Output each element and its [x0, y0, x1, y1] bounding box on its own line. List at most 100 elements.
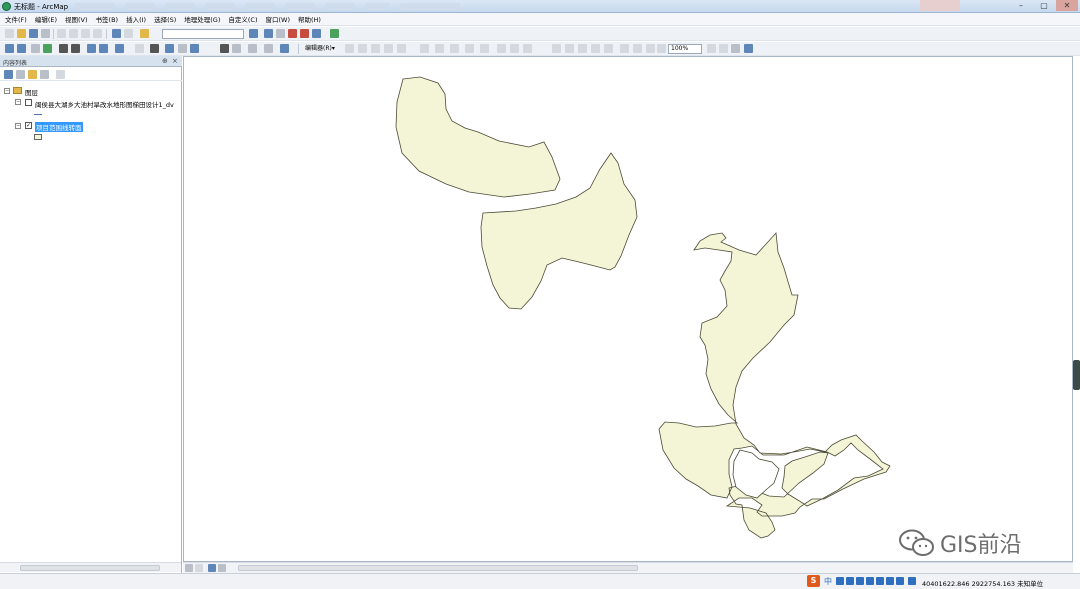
go-back-extent-icon[interactable]	[646, 44, 655, 53]
map-horizontal-scrollbar[interactable]	[183, 562, 1073, 573]
refresh-icon[interactable]	[208, 564, 216, 572]
catalog-icon[interactable]	[276, 29, 285, 38]
open-icon[interactable]	[17, 29, 26, 38]
zoom-out-icon[interactable]	[17, 44, 26, 53]
layout-pan-icon[interactable]	[523, 44, 532, 53]
focus-data-frame-icon[interactable]	[719, 44, 728, 53]
arctoolbox-icon[interactable]	[300, 29, 309, 38]
ime-shirt-icon[interactable]	[896, 577, 904, 585]
menu-geoprocessing[interactable]: 地理处理(G)	[184, 14, 220, 24]
layer2-label[interactable]: 项目范围线转面	[35, 122, 83, 132]
layer2-checkbox[interactable]: ✓	[25, 122, 32, 129]
menu-file[interactable]: 文件(F)	[5, 14, 27, 24]
pan-icon[interactable]	[31, 44, 40, 53]
list-by-source-icon[interactable]	[16, 70, 25, 79]
layout-pan-tool-icon[interactable]	[578, 44, 587, 53]
list-by-visibility-icon[interactable]	[28, 70, 37, 79]
delete-icon[interactable]	[93, 29, 102, 38]
editor-toolbar-icon[interactable]	[249, 29, 258, 38]
select-elements-icon[interactable]	[150, 44, 159, 53]
identify-icon[interactable]	[165, 44, 174, 53]
data-driven-pages-icon[interactable]	[744, 44, 753, 53]
menu-insert[interactable]: 插入(I)	[126, 14, 146, 24]
back-extent-icon[interactable]	[87, 44, 96, 53]
model-builder-icon[interactable]	[330, 29, 339, 38]
ime-punct-icon[interactable]	[846, 577, 854, 585]
ime-settings-icon[interactable]	[908, 577, 916, 585]
new-document-icon[interactable]	[5, 29, 14, 38]
menu-customize[interactable]: 自定义(C)	[228, 14, 257, 24]
data-view-icon[interactable]	[185, 564, 193, 572]
list-by-drawing-order-icon[interactable]	[4, 70, 13, 79]
zoom-100-icon[interactable]	[604, 44, 613, 53]
fixed-layout-zoom-in-icon[interactable]	[620, 44, 629, 53]
layout-page-icon[interactable]	[497, 44, 506, 53]
rotate-tool-icon[interactable]	[435, 44, 444, 53]
measure-icon[interactable]	[264, 44, 273, 53]
map-scale-combo[interactable]	[162, 29, 244, 39]
layout-zoom-in-icon[interactable]	[552, 44, 561, 53]
menu-selection[interactable]: 选择(S)	[154, 14, 176, 24]
pause-drawing-icon[interactable]	[218, 564, 226, 572]
menu-help[interactable]: 帮助(H)	[298, 14, 321, 24]
editor-menu-button[interactable]: 编辑器(R)▾	[303, 44, 337, 54]
layer1-checkbox[interactable]	[25, 99, 32, 106]
ime-voice-icon[interactable]	[856, 577, 864, 585]
print-icon[interactable]	[41, 29, 50, 38]
undo-icon[interactable]	[112, 29, 121, 38]
zoom-in-icon[interactable]	[5, 44, 14, 53]
select-features-icon[interactable]	[115, 44, 124, 53]
search-window-icon[interactable]	[288, 29, 297, 38]
layer1-label[interactable]: 闽侯县大湖乡大池村旱改水地形图梯田设计1_dv	[35, 99, 174, 109]
ime-keyboard-icon[interactable]	[866, 577, 874, 585]
straight-segment-icon[interactable]	[371, 44, 380, 53]
go-forward-extent-icon[interactable]	[657, 44, 666, 53]
toc-root-label[interactable]: 图层	[25, 87, 38, 97]
layout-zoom-combo[interactable]: 100%	[668, 44, 702, 54]
expand-layer2-icon[interactable]: −	[15, 123, 21, 129]
menu-windows[interactable]: 窗口(W)	[266, 14, 291, 24]
full-extent-icon[interactable]	[43, 44, 52, 53]
expand-root-icon[interactable]: −	[4, 88, 10, 94]
cut-icon[interactable]	[57, 29, 66, 38]
split-tool-icon[interactable]	[420, 44, 429, 53]
table-of-contents-icon[interactable]	[264, 29, 273, 38]
create-features-icon[interactable]	[480, 44, 489, 53]
minimize-button[interactable]: –	[1010, 0, 1032, 11]
point-icon[interactable]	[397, 44, 406, 53]
layout-zoom-out-icon[interactable]	[565, 44, 574, 53]
sogou-ime-icon[interactable]: S	[807, 575, 820, 587]
zoom-whole-page-icon[interactable]	[591, 44, 600, 53]
trace-icon[interactable]	[384, 44, 393, 53]
fixed-layout-zoom-out-icon[interactable]	[633, 44, 642, 53]
html-popup-icon[interactable]	[190, 44, 199, 53]
close-button[interactable]: ✕	[1056, 0, 1078, 11]
fixed-zoom-out-icon[interactable]	[71, 44, 80, 53]
sketch-properties-icon[interactable]	[465, 44, 474, 53]
list-by-selection-icon[interactable]	[40, 70, 49, 79]
side-panel-grip[interactable]	[1073, 360, 1080, 390]
change-layout-icon[interactable]	[731, 44, 740, 53]
ime-skin-icon[interactable]	[876, 577, 884, 585]
edit-tool-icon[interactable]	[345, 44, 354, 53]
menu-bookmarks[interactable]: 书签(B)	[96, 14, 119, 24]
toc-horizontal-scrollbar[interactable]	[0, 562, 181, 572]
map-scroll-thumb[interactable]	[238, 565, 638, 571]
map-view[interactable]	[183, 56, 1073, 562]
ime-tools-icon[interactable]	[886, 577, 894, 585]
fixed-zoom-in-icon[interactable]	[59, 44, 68, 53]
arcmap-app-icon[interactable]	[2, 2, 11, 11]
copy-icon[interactable]	[69, 29, 78, 38]
expand-layer1-icon[interactable]: −	[15, 99, 21, 105]
clear-selection-icon[interactable]	[135, 44, 144, 53]
layer1-line-symbol[interactable]	[34, 114, 42, 115]
paste-icon[interactable]	[81, 29, 90, 38]
map-canvas[interactable]	[184, 57, 1074, 563]
pin-icon[interactable]: ⊕	[162, 57, 168, 65]
attributes-icon[interactable]	[450, 44, 459, 53]
time-slider-icon[interactable]	[280, 44, 289, 53]
forward-extent-icon[interactable]	[99, 44, 108, 53]
python-window-icon[interactable]	[312, 29, 321, 38]
close-icon[interactable]: ×	[172, 57, 178, 65]
find-icon[interactable]	[220, 44, 229, 53]
